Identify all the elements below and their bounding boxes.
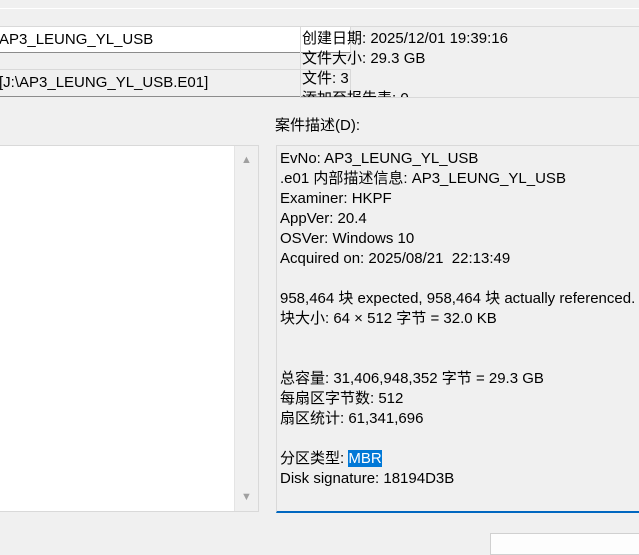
partition-type-label: 分区类型: bbox=[280, 450, 349, 467]
file-count: 文件: 3 bbox=[302, 70, 349, 87]
scroll-up-icon[interactable]: ▲ bbox=[241, 154, 252, 166]
case-description-textarea[interactable]: EvNo: AP3_LEUNG_YL_USB .e01 内部描述信息: AP3_… bbox=[276, 145, 639, 513]
scroll-down-icon[interactable]: ▼ bbox=[241, 491, 252, 503]
evidence-name-input[interactable]: AP3_LEUNG_YL_USB bbox=[0, 26, 351, 53]
file-size: 文件大小: 29.3 GB bbox=[302, 50, 426, 67]
scrollbar[interactable]: ▲ ▼ bbox=[234, 146, 258, 511]
left-list-box[interactable]: ▲ ▼ bbox=[0, 145, 259, 512]
dialog-button[interactable] bbox=[490, 533, 639, 555]
selected-text: MBR bbox=[348, 450, 382, 467]
evidence-info-panel: 创建日期: 2025/12/01 19:39:16 文件大小: 29.3 GB … bbox=[300, 26, 639, 98]
added-to-report: 添加至报告表: 0 bbox=[302, 89, 639, 97]
created-date: 创建日期: 2025/12/01 19:39:16 bbox=[302, 30, 508, 47]
disk-signature: Disk signature: 18194D3B bbox=[280, 470, 455, 487]
evidence-path-field: [J:\AP3_LEUNG_YL_USB.E01] bbox=[0, 69, 351, 97]
description-text: EvNo: AP3_LEUNG_YL_USB .e01 内部描述信息: AP3_… bbox=[280, 150, 636, 427]
top-divider bbox=[0, 0, 639, 9]
description-label: 案件描述(D): bbox=[275, 117, 360, 134]
